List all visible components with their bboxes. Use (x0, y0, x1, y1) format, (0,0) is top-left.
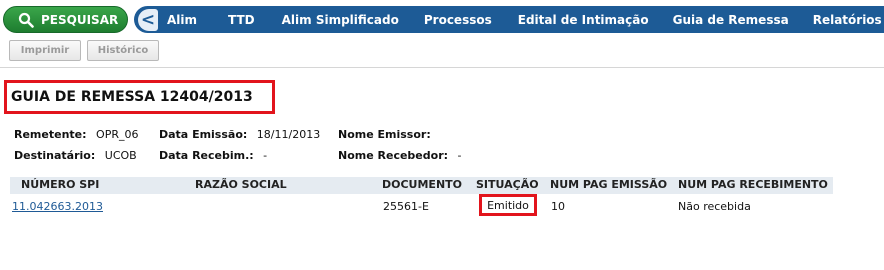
action-toolbar: Imprimir Histórico (9, 40, 159, 61)
data-recebim-label: Data Recebim.: (159, 149, 254, 162)
data-recebim-field: Data Recebim.: - (159, 149, 267, 162)
column-header-razao-social[interactable]: RAZÃO SOCIAL (195, 178, 287, 191)
print-button[interactable]: Imprimir (9, 40, 81, 61)
destinatario-value: UCOB (104, 149, 137, 162)
data-emissao-value: 18/11/2013 (256, 128, 321, 141)
column-header-numero-spi[interactable]: NÚMERO SPI (21, 178, 99, 191)
nav-item-alim-simplificado[interactable]: Alim Simplificado (282, 13, 399, 27)
remetente-label: Remetente: (14, 128, 87, 141)
documento-cell: 25561-E (383, 200, 429, 213)
nome-emissor-label: Nome Emissor: (338, 128, 431, 141)
nome-recebedor-value: - (457, 149, 462, 162)
num-pag-recebimento-cell: Não recebida (678, 200, 751, 213)
nav-item-ttd[interactable]: TTD (228, 13, 255, 27)
nome-recebedor-field: Nome Recebedor: - (338, 149, 462, 162)
column-header-situacao[interactable]: SITUAÇÃO (476, 178, 539, 191)
data-emissao-label: Data Emissão: (159, 128, 248, 141)
main-menu-bar: < Alim TTD Alim Simplificado Processos E… (134, 6, 884, 33)
nav-item-guia-de-remessa[interactable]: Guia de Remessa (673, 13, 789, 27)
remetente-value: OPR_06 (96, 128, 139, 141)
column-header-documento[interactable]: DOCUMENTO (382, 178, 462, 191)
numero-spi-link[interactable]: 11.042663.2013 (12, 200, 103, 213)
destinatario-label: Destinatário: (14, 149, 96, 162)
top-navigation: PESQUISAR < Alim TTD Alim Simplificado P… (0, 3, 884, 35)
nav-item-processos[interactable]: Processos (424, 13, 492, 27)
history-button[interactable]: Histórico (87, 40, 159, 61)
nav-item-edital-de-intimacao[interactable]: Edital de Intimação (518, 13, 649, 27)
num-pag-emissao-cell: 10 (551, 200, 565, 213)
toolbar-divider (0, 67, 884, 68)
page-title: GUIA DE REMESSA 12404/2013 (11, 89, 253, 105)
search-button-label: PESQUISAR (41, 12, 119, 27)
title-highlight-box: GUIA DE REMESSA 12404/2013 (4, 80, 275, 114)
situacao-highlight-box: Emitido (479, 194, 537, 216)
remetente-field: Remetente: OPR_06 (14, 128, 138, 141)
column-header-num-pag-recebimento[interactable]: NUM PAG RECEBIMENTO (678, 178, 828, 191)
situacao-cell: Emitido (487, 198, 529, 212)
nome-recebedor-label: Nome Recebedor: (338, 149, 449, 162)
back-arrow-button[interactable]: < (138, 8, 158, 31)
search-button[interactable]: PESQUISAR (3, 6, 128, 33)
nav-item-alim[interactable]: Alim (167, 13, 197, 27)
search-icon (18, 12, 34, 28)
column-header-num-pag-emissao[interactable]: NUM PAG EMISSÃO (550, 178, 667, 191)
nome-emissor-field: Nome Emissor: (338, 128, 437, 141)
data-emissao-field: Data Emissão: 18/11/2013 (159, 128, 320, 141)
nav-item-relatorios[interactable]: Relatórios (813, 13, 882, 27)
destinatario-field: Destinatário: UCOB (14, 149, 137, 162)
data-recebim-value: - (263, 149, 268, 162)
